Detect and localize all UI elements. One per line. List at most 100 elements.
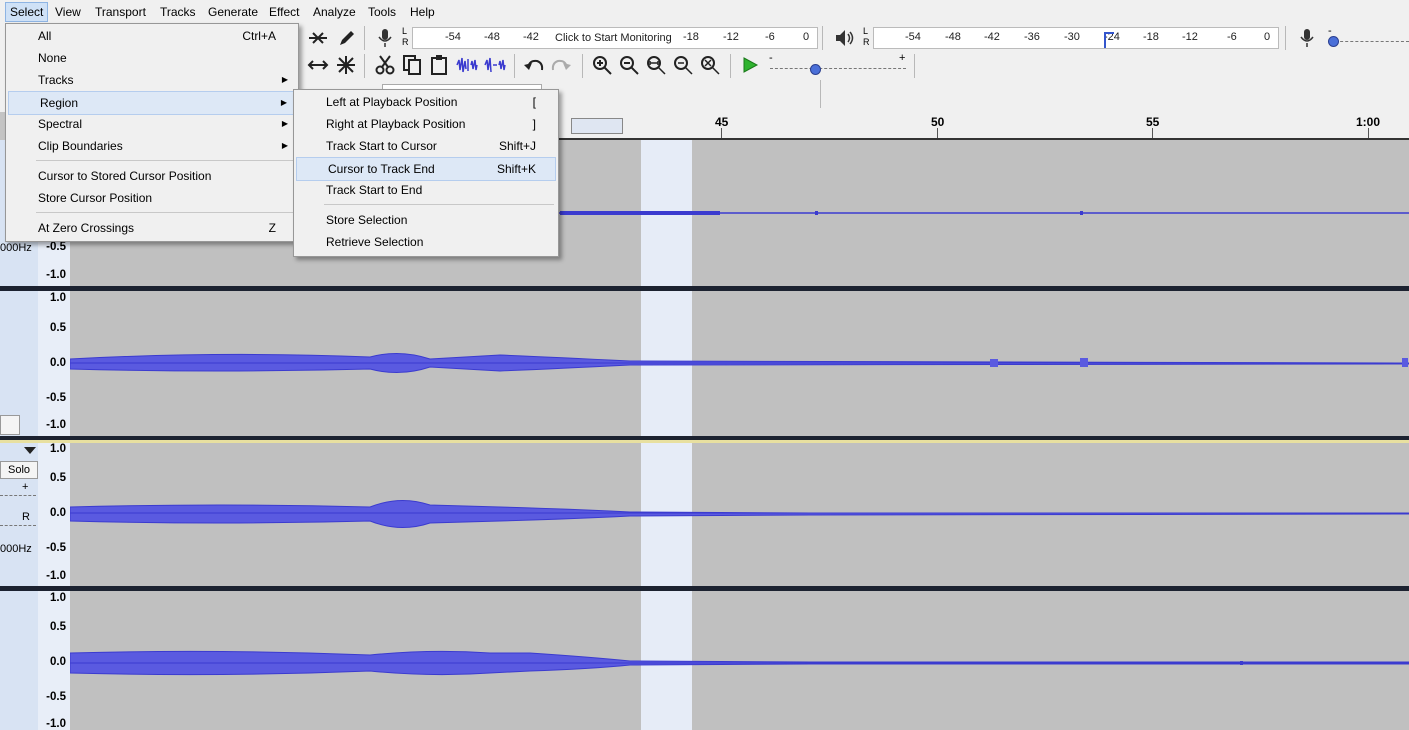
meter-tick: -48 xyxy=(945,31,961,43)
meter-tick: -18 xyxy=(683,31,699,43)
scale-label: -0.5 xyxy=(46,691,66,703)
menu-item-left-at-playback[interactable]: Left at Playback Position[ xyxy=(296,91,556,113)
menu-item-track-start-to-cursor[interactable]: Track Start to Cursor Shift+J xyxy=(296,135,556,157)
solo-button[interactable]: Solo xyxy=(0,461,38,479)
scale-label: -1.0 xyxy=(46,419,66,431)
menu-item-cursor-to-stored[interactable]: Cursor to Stored Cursor Position xyxy=(8,165,296,187)
scale-label: 1.0 xyxy=(50,592,66,604)
waveform-channel-2[interactable] xyxy=(70,291,1409,436)
meter-tick: -42 xyxy=(984,31,1000,43)
menu-item-right-at-playback[interactable]: Right at Playback Position] xyxy=(296,113,556,135)
trim-audio-icon[interactable] xyxy=(455,53,479,77)
menu-analyze[interactable]: Analyze xyxy=(309,3,360,21)
menu-item-spectral[interactable]: Spectral ▶ xyxy=(8,113,296,135)
menu-item-none[interactable]: None xyxy=(8,47,296,69)
meter-left-label: L xyxy=(863,26,869,36)
ruler-label: 1:00 xyxy=(1356,115,1381,129)
paste-icon[interactable] xyxy=(427,53,451,77)
vertical-scale: 1.0 0.5 0.0 -0.5 -1.0 xyxy=(38,591,71,730)
recording-volume-slider[interactable] xyxy=(1330,41,1409,43)
gain-plus-label: + xyxy=(22,481,29,493)
playback-speed-thumb[interactable] xyxy=(810,64,821,75)
track-rate-label: 000Hz xyxy=(0,543,32,555)
scale-label: -1.0 xyxy=(46,269,66,281)
menu-item-clip-boundaries[interactable]: Clip Boundaries ▶ xyxy=(8,135,296,157)
region-submenu: Left at Playback Position[ Right at Play… xyxy=(293,89,559,257)
ruler-label: 55 xyxy=(1146,115,1160,129)
pan-slider[interactable] xyxy=(0,525,36,527)
silence-audio-icon[interactable] xyxy=(483,53,507,77)
meter-tick: -30 xyxy=(1064,31,1080,43)
scale-label: 0.0 xyxy=(50,656,66,668)
zoom-in-icon[interactable] xyxy=(590,53,614,77)
scale-label: 0.5 xyxy=(50,322,66,334)
select-menu: All Ctrl+A None Tracks ▶ Region ▶ Spectral ▶… xyxy=(5,23,299,242)
menu-generate[interactable]: Generate xyxy=(204,3,262,21)
ruler-label: 45 xyxy=(715,115,729,129)
envelope-tool-icon[interactable] xyxy=(306,26,330,50)
scale-label: 1.0 xyxy=(50,292,66,304)
meter-right-label: R xyxy=(402,37,409,47)
track-rate-label: 000Hz xyxy=(0,242,32,254)
pan-right-label: R xyxy=(22,511,30,523)
menu-item-zero-crossings[interactable]: At Zero Crossings Z xyxy=(8,217,296,239)
meter-right-label: R xyxy=(863,37,870,47)
speed-slider-minus: - xyxy=(769,52,773,64)
zoom-out-icon[interactable] xyxy=(617,53,641,77)
gain-slider[interactable] xyxy=(0,495,36,497)
waveform-channel-3[interactable] xyxy=(70,443,1409,586)
submenu-arrow-icon: ▶ xyxy=(281,75,288,84)
microphone-icon[interactable] xyxy=(1295,26,1319,50)
recording-volume-thumb[interactable] xyxy=(1328,36,1339,47)
scale-label: -0.5 xyxy=(46,241,66,253)
menu-help[interactable]: Help xyxy=(406,3,439,21)
multi-tool-icon[interactable] xyxy=(334,53,358,77)
cut-icon[interactable] xyxy=(373,53,397,77)
undo-icon[interactable] xyxy=(522,53,546,77)
meter-tick: -6 xyxy=(765,31,775,43)
menu-item-region[interactable]: Region ▶ xyxy=(8,91,296,115)
menu-item-store-selection[interactable]: Store Selection xyxy=(296,209,556,231)
record-meter-icon[interactable] xyxy=(373,26,397,50)
meter-tick: 0 xyxy=(1264,31,1271,43)
ruler-label: 50 xyxy=(931,115,945,129)
meter-tick: -18 xyxy=(1143,31,1159,43)
waveform-channel-4[interactable] xyxy=(70,591,1409,730)
submenu-arrow-icon: ▶ xyxy=(281,119,288,128)
monitoring-label[interactable]: Click to Start Monitoring xyxy=(555,32,672,44)
zoom-toggle-icon[interactable] xyxy=(698,53,722,77)
fit-selection-icon[interactable] xyxy=(644,53,668,77)
track-menu-arrow-icon[interactable] xyxy=(24,447,36,454)
meter-left-label: L xyxy=(402,26,408,36)
scale-label: -0.5 xyxy=(46,392,66,404)
menu-item-cursor-to-track-end[interactable]: Cursor to Track End Shift+K xyxy=(296,157,556,181)
menu-item-all[interactable]: All Ctrl+A xyxy=(8,25,296,47)
speaker-icon[interactable] xyxy=(833,26,857,50)
vertical-scale: 1.0 0.5 0.0 -0.5 -1.0 xyxy=(38,443,71,586)
meter-tick: -54 xyxy=(905,31,921,43)
scale-label: 0.5 xyxy=(50,472,66,484)
draw-tool-icon[interactable] xyxy=(334,26,358,50)
menu-tracks[interactable]: Tracks xyxy=(156,3,200,21)
play-at-speed-icon[interactable] xyxy=(738,53,762,77)
timeshift-tool-icon[interactable] xyxy=(306,53,330,77)
menu-item-track-start-to-end[interactable]: Track Start to End xyxy=(296,179,556,201)
menu-view[interactable]: View xyxy=(51,3,85,21)
menu-item-tracks[interactable]: Tracks ▶ xyxy=(8,69,296,91)
selection-ruler-marker[interactable] xyxy=(571,118,623,134)
track-select-button[interactable] xyxy=(0,415,20,435)
menu-select[interactable]: Select xyxy=(5,2,49,22)
menu-item-store-cursor[interactable]: Store Cursor Position xyxy=(8,187,296,209)
redo-icon[interactable] xyxy=(549,53,573,77)
playback-speed-slider[interactable] xyxy=(770,68,906,70)
menu-transport[interactable]: Transport xyxy=(91,3,150,21)
fit-project-icon[interactable] xyxy=(671,53,695,77)
meter-tick: -42 xyxy=(523,31,539,43)
scale-label: 0.5 xyxy=(50,621,66,633)
meter-tick: -12 xyxy=(1182,31,1198,43)
copy-icon[interactable] xyxy=(400,53,424,77)
scale-label: 1.0 xyxy=(50,443,66,455)
menu-effect[interactable]: Effect xyxy=(265,3,303,21)
menu-item-retrieve-selection[interactable]: Retrieve Selection xyxy=(296,231,556,253)
menu-tools[interactable]: Tools xyxy=(364,3,400,21)
